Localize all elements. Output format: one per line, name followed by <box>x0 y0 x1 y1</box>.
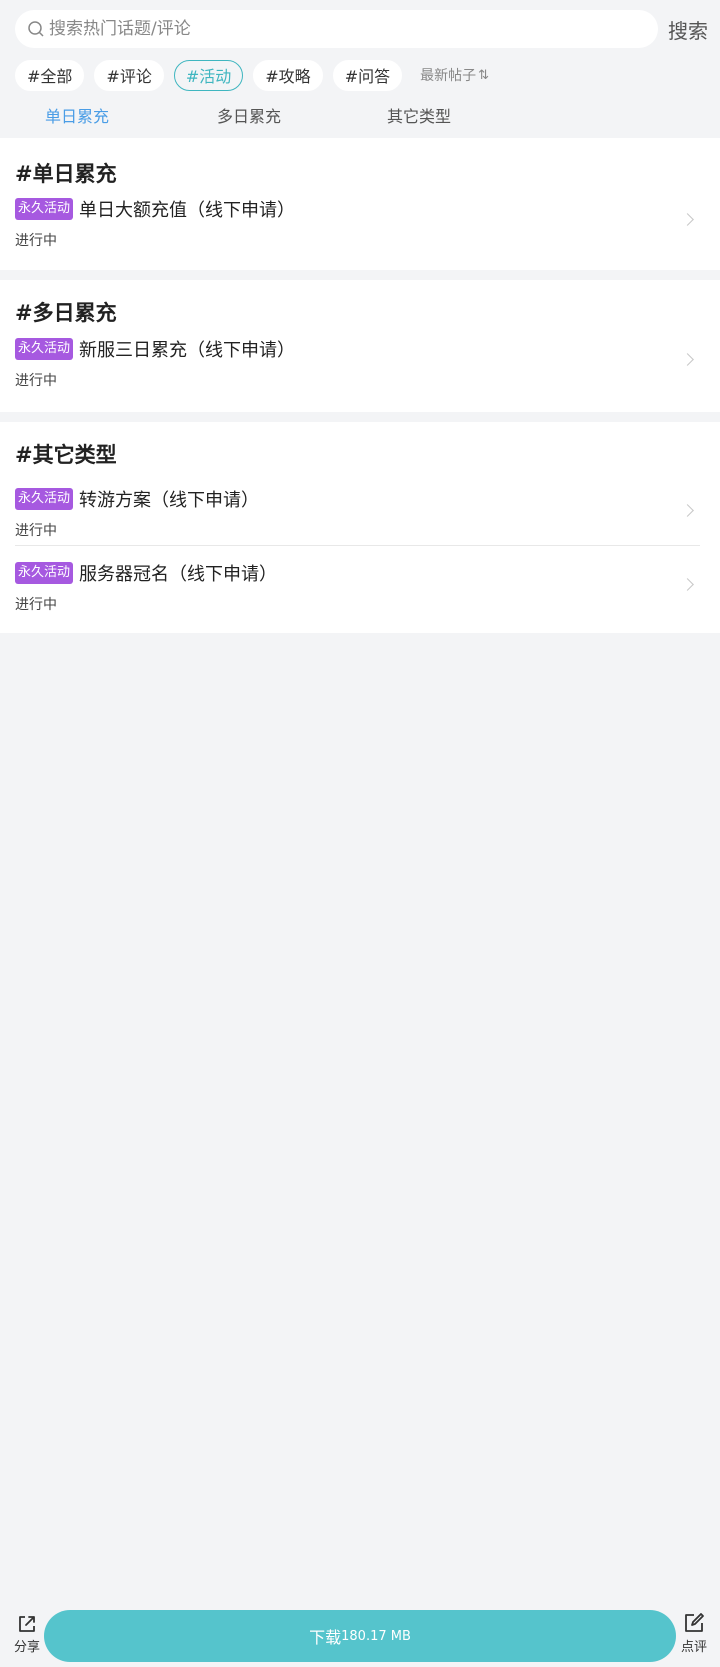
search-icon <box>28 21 44 37</box>
share-icon <box>19 1616 35 1632</box>
bottom-action-bar: 分享 下载 180.17 MB 点评 <box>0 1607 720 1667</box>
search-row: 搜索 <box>15 10 720 48</box>
edit-icon <box>685 1613 704 1632</box>
category-tabs: 单日累充 多日累充 其它类型 <box>0 103 720 129</box>
list-item[interactable]: 永久活动 转游方案（线下申请） 进行中 <box>15 476 700 545</box>
sort-label: 最新帖子 <box>420 68 477 84</box>
review-button[interactable]: 点评 <box>680 1611 708 1655</box>
review-label: 点评 <box>680 1640 707 1655</box>
section-title: #其它类型 <box>15 443 117 467</box>
item-title: 服务器冠名（线下申请） <box>79 564 278 585</box>
chip-qa[interactable]: #问答 <box>332 59 403 91</box>
list-item[interactable]: 永久活动 新服三日累充（线下申请） 进行中 <box>15 334 700 396</box>
item-status: 进行中 <box>15 373 57 389</box>
chip-guides[interactable]: #攻略 <box>253 59 323 91</box>
item-status: 进行中 <box>15 523 57 539</box>
tab-other-types[interactable]: 其它类型 <box>387 103 451 127</box>
section-multi-day: #多日累充 永久活动 新服三日累充（线下申请） 进行中 <box>0 280 720 412</box>
sort-toggle[interactable]: 最新帖子 ⇅ <box>420 65 489 85</box>
chip-activities[interactable]: #活动 <box>173 59 244 91</box>
section-title: #多日累充 <box>15 301 117 325</box>
download-label: 下载 <box>309 1628 342 1647</box>
chip-comments[interactable]: #评论 <box>94 59 164 91</box>
status-badge: 永久活动 <box>15 488 74 510</box>
download-button[interactable]: 下载 180.17 MB <box>44 1610 676 1662</box>
download-size: 180.17 MB <box>341 1628 411 1644</box>
section-other-types: #其它类型 永久活动 转游方案（线下申请） 进行中 永久活动 服务器冠名（线下申… <box>0 422 720 633</box>
chip-all[interactable]: #全部 <box>15 59 85 91</box>
section-single-day: #单日累充 永久活动 单日大额充值（线下申请） 进行中 <box>0 138 720 270</box>
list-item[interactable]: 永久活动 服务器冠名（线下申请） 进行中 <box>15 546 700 616</box>
item-status: 进行中 <box>15 233 57 249</box>
section-title: #单日累充 <box>15 162 117 186</box>
status-badge: 永久活动 <box>15 562 74 584</box>
filter-chips: #全部 #评论 #活动 #攻略 #问答 最新帖子 ⇅ <box>15 59 489 91</box>
share-button[interactable]: 分享 <box>13 1613 41 1655</box>
list-item[interactable]: 永久活动 单日大额充值（线下申请） 进行中 <box>15 194 700 256</box>
status-badge: 永久活动 <box>15 198 74 220</box>
share-label: 分享 <box>13 1640 40 1655</box>
status-badge: 永久活动 <box>15 338 74 360</box>
item-title: 转游方案（线下申请） <box>79 490 260 511</box>
item-title: 单日大额充值（线下申请） <box>79 200 296 221</box>
tab-multi-day[interactable]: 多日累充 <box>217 103 281 127</box>
search-box[interactable] <box>15 10 658 48</box>
item-title: 新服三日累充（线下申请） <box>79 340 296 361</box>
search-button[interactable]: 搜索 <box>668 15 708 44</box>
top-bar: 搜索 #全部 #评论 #活动 #攻略 #问答 最新帖子 ⇅ 单日累充 多日累充 … <box>0 0 720 138</box>
search-input[interactable] <box>49 19 609 39</box>
item-status: 进行中 <box>15 597 57 613</box>
tab-single-day[interactable]: 单日累充 <box>45 103 109 127</box>
sort-arrows-icon: ⇅ <box>478 67 490 83</box>
